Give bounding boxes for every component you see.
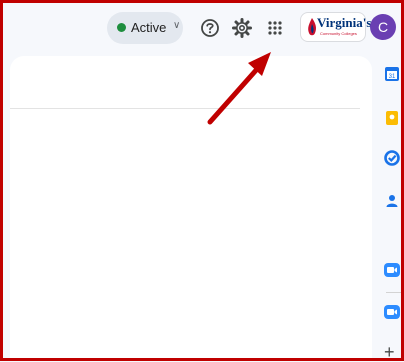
contacts-icon[interactable] [383, 192, 401, 210]
settings-button[interactable] [226, 12, 258, 44]
tasks-icon[interactable] [383, 149, 401, 167]
calendar-icon[interactable]: 31 [383, 65, 401, 83]
status-dot-icon [117, 23, 126, 32]
zoom-icon[interactable] [383, 261, 401, 279]
organization-logo-text: Virginia's [317, 15, 372, 30]
apps-button[interactable] [259, 12, 291, 44]
flame-logo-icon [308, 18, 316, 36]
status-label: Active [131, 20, 167, 35]
side-panel: 31 + [378, 56, 404, 361]
keep-icon[interactable] [383, 109, 401, 127]
account-avatar[interactable]: C [370, 14, 396, 40]
chevron-down-icon: ∨ [173, 20, 181, 31]
top-bar: Active ∨ Virginia's Community Colleges C [0, 0, 404, 56]
gear-icon [232, 18, 252, 38]
side-panel-separator [386, 292, 404, 293]
organization-logo-subtitle: Community Colleges [320, 31, 357, 36]
main-content-panel [10, 56, 372, 361]
organization-logo[interactable]: Virginia's Community Colleges [300, 12, 371, 42]
apps-grid-icon [268, 21, 282, 35]
content-divider [10, 108, 360, 109]
help-button[interactable] [194, 12, 226, 44]
meet-icon[interactable] [383, 303, 401, 321]
svg-text:31: 31 [389, 74, 396, 80]
help-icon [201, 19, 219, 37]
status-dropdown[interactable]: Active ∨ [107, 12, 183, 44]
add-addon-button[interactable]: + [384, 343, 395, 361]
